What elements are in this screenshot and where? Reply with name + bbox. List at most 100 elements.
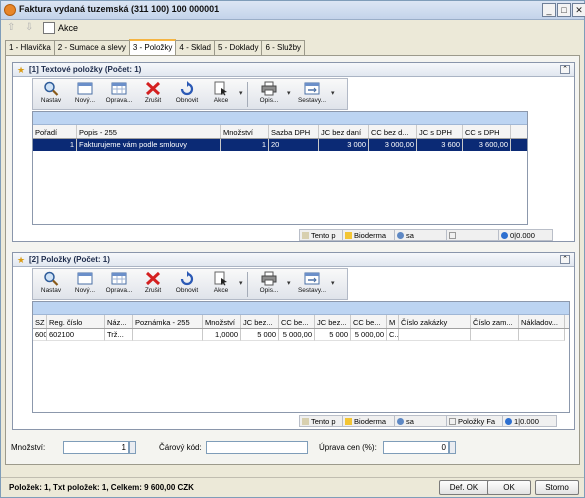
price-adjust-stepper[interactable] [449, 441, 456, 454]
edit-grid-icon [111, 272, 127, 285]
bottom-bar: Položek: 1, Txt položek: 1, Celkem: 9 60… [1, 477, 584, 497]
opis-dropdown-icon[interactable]: ▾ [287, 89, 291, 97]
price-adjust-input[interactable]: 0 [383, 441, 449, 454]
close-button[interactable]: ✕ [572, 3, 585, 17]
ok-button[interactable]: OK [487, 480, 531, 495]
opis-button[interactable]: Opis... [252, 80, 286, 109]
user-icon [397, 418, 404, 425]
status-user: sa [395, 229, 447, 241]
col-jc-bez-1[interactable]: JC bez... [241, 315, 279, 328]
oprava-button[interactable]: Oprava... [102, 270, 136, 299]
col-m[interactable]: M [387, 315, 399, 328]
filter-row[interactable] [33, 302, 569, 315]
akce-toolbar-button[interactable]: Akce [204, 270, 238, 299]
col-poradi[interactable]: Pořadí [33, 125, 77, 138]
title-bar[interactable]: Faktura vydaná tuzemská (311 100) 100 00… [1, 1, 585, 20]
collapse-icon[interactable]: ⌃ [560, 65, 570, 74]
col-reg-cislo[interactable]: Reg. číslo [47, 315, 105, 328]
sestavy-button[interactable]: Sestavy... [295, 80, 329, 109]
akce-toolbar-button[interactable]: Akce [204, 80, 238, 109]
back-arrow-icon[interactable]: ⇧ [7, 22, 15, 33]
storno-button[interactable]: Storno [535, 480, 579, 495]
document-icon [302, 418, 309, 425]
col-cislo-zam[interactable]: Číslo zam... [471, 315, 519, 328]
toolbar: Nastav Nový... Oprava... Zrušit Obnovit [32, 268, 348, 300]
tab-sluzby[interactable]: 6 - Služby [261, 40, 306, 55]
opis-dropdown-icon[interactable]: ▾ [287, 279, 291, 287]
invoice-window: Faktura vydaná tuzemská (311 100) 100 00… [0, 0, 585, 498]
col-nakladove[interactable]: Nákladov... [519, 315, 565, 328]
toolbar-separator [247, 272, 248, 297]
col-mnozstvi[interactable]: Množství [203, 315, 241, 328]
akce-menu[interactable]: Akce [58, 23, 78, 33]
magnifier-icon [44, 271, 59, 286]
tab-sklad[interactable]: 4 - Sklad [175, 40, 215, 55]
star-icon: ★ [17, 255, 26, 265]
quantity-stepper[interactable] [129, 441, 136, 454]
col-mnozstvi[interactable]: Množství [221, 125, 269, 138]
sestavy-button[interactable]: Sestavy... [295, 270, 329, 299]
text-items-grid[interactable]: Pořadí Popis - 255 Množství Sazba DPH JC… [32, 111, 528, 225]
col-cc-bez-dani[interactable]: CC bez d... [369, 125, 417, 138]
table-row[interactable]: 600 602100 Trž... 1,0000 5 000 5 000,00 … [33, 329, 569, 341]
status-lookup: Položky Fa [447, 415, 503, 427]
cell-poradi: 1 [33, 139, 77, 151]
new-record-icon [77, 272, 93, 285]
col-poznamka[interactable]: Poznámka - 255 [133, 315, 203, 328]
sestavy-dropdown-icon[interactable]: ▾ [331, 279, 335, 287]
col-cc-be-1[interactable]: CC be... [279, 315, 315, 328]
cell-poznamka [133, 329, 203, 341]
novy-button[interactable]: Nový... [68, 80, 102, 109]
nastav-button[interactable]: Nastav [34, 270, 68, 299]
col-popis[interactable]: Popis - 255 [77, 125, 221, 138]
items-grid[interactable]: SZ Reg. číslo Náz... Poznámka - 255 Množ… [32, 301, 570, 413]
col-cislo-zakazky[interactable]: Číslo zakázky [399, 315, 471, 328]
tab-sumace[interactable]: 2 - Sumace a slevy [53, 40, 130, 55]
col-jc-s-dph[interactable]: JC s DPH [417, 125, 463, 138]
col-sazba-dph[interactable]: Sazba DPH [269, 125, 319, 138]
tab-hlavicka[interactable]: 1 - Hlavička [5, 40, 55, 55]
akce-dropdown-icon[interactable]: ▾ [239, 89, 243, 97]
cell-cislo-zakazky [399, 329, 471, 341]
obnovit-button[interactable]: Obnovit [170, 270, 204, 299]
col-sz[interactable]: SZ [33, 315, 47, 328]
barcode-input[interactable] [206, 441, 308, 454]
minimize-button[interactable]: _ [542, 3, 556, 17]
edit-grid-icon [111, 82, 127, 95]
col-cc-s-dph[interactable]: CC s DPH [463, 125, 511, 138]
zrusit-button[interactable]: Zrušit [136, 270, 170, 299]
akce-dropdown-icon[interactable]: ▾ [239, 279, 243, 287]
akce-icon[interactable] [43, 22, 55, 34]
collapse-icon[interactable]: ⌃ [560, 255, 570, 264]
reports-icon [304, 272, 320, 285]
maximize-button[interactable]: □ [557, 3, 571, 17]
opis-button[interactable]: Opis... [252, 270, 286, 299]
status-strip: Tento p Bioderma sa 0|0.000 [299, 229, 553, 241]
new-record-icon [77, 82, 93, 95]
search-small-icon [449, 418, 456, 425]
def-ok-button[interactable]: Def. OK [439, 480, 489, 495]
cell-sz: 600 [33, 329, 47, 341]
obnovit-button[interactable]: Obnovit [170, 80, 204, 109]
sestavy-dropdown-icon[interactable]: ▾ [331, 89, 335, 97]
filter-row[interactable] [33, 112, 527, 125]
oprava-button[interactable]: Oprava... [102, 80, 136, 109]
quantity-input[interactable]: 1 [63, 441, 129, 454]
tab-polozky[interactable]: 3 - Položky [128, 39, 177, 55]
col-cc-be-2[interactable]: CC be... [351, 315, 387, 328]
col-jc-bez-2[interactable]: JC bez... [315, 315, 351, 328]
company-icon [345, 418, 352, 425]
novy-button[interactable]: Nový... [68, 270, 102, 299]
nastav-label: Nastav [40, 97, 62, 104]
mnozstvi-label: Množství: [11, 443, 46, 452]
col-nazev[interactable]: Náz... [105, 315, 133, 328]
grid-header: SZ Reg. číslo Náz... Poznámka - 255 Množ… [33, 315, 569, 329]
tab-doklady[interactable]: 5 - Doklady [213, 40, 263, 55]
col-jc-bez-dani[interactable]: JC bez daní [319, 125, 369, 138]
opis-label: Opis... [259, 97, 279, 104]
oprava-label: Oprava... [105, 97, 133, 104]
zrusit-button[interactable]: Zrušit [136, 80, 170, 109]
nastav-button[interactable]: Nastav [34, 80, 68, 109]
table-row[interactable]: 1 Fakturujeme vám podle smlouvy 1 20 3 0… [33, 139, 527, 151]
forward-arrow-icon[interactable]: ⇩ [25, 22, 33, 33]
